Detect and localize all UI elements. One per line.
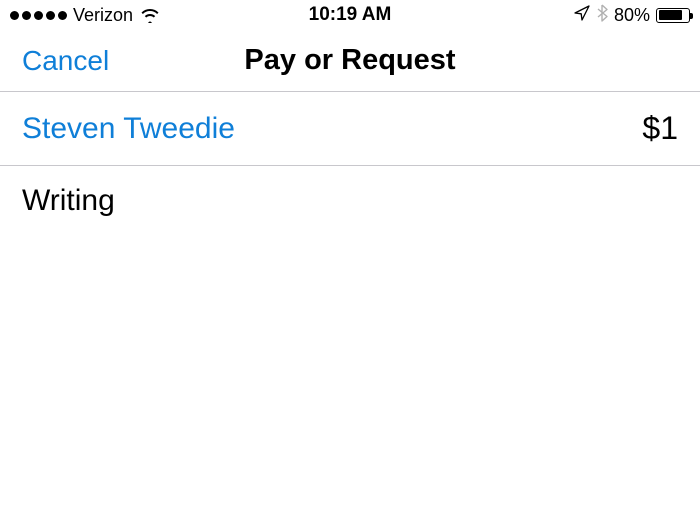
battery-percent: 80% <box>614 5 650 26</box>
note-input[interactable] <box>22 184 678 218</box>
carrier-label: Verizon <box>73 5 133 26</box>
status-bar: Verizon 10:19 AM 80% <box>0 0 700 30</box>
signal-strength-icon <box>10 11 67 20</box>
battery-icon <box>656 8 690 23</box>
recipient-row: Steven Tweedie $1 <box>0 92 700 166</box>
nav-bar: Cancel Pay or Request <box>0 30 700 92</box>
amount-value[interactable]: $1 <box>642 110 678 147</box>
location-icon <box>574 5 590 26</box>
note-area <box>0 166 700 241</box>
recipient-name[interactable]: Steven Tweedie <box>22 112 235 146</box>
status-time: 10:19 AM <box>309 4 392 26</box>
status-left: Verizon <box>10 5 161 26</box>
cancel-button[interactable]: Cancel <box>22 45 109 77</box>
status-right: 80% <box>574 4 690 27</box>
bluetooth-icon <box>596 4 608 27</box>
page-title: Pay or Request <box>244 44 455 77</box>
wifi-icon <box>139 7 161 23</box>
